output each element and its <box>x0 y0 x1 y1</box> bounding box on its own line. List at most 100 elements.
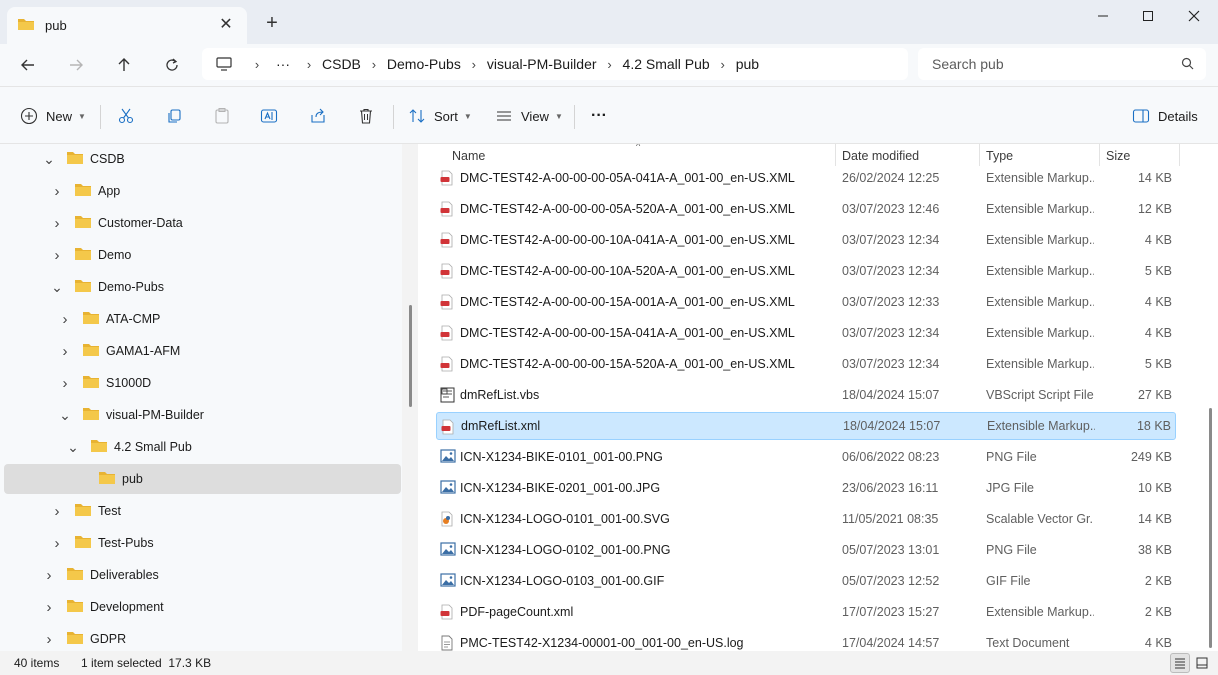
file-row[interactable]: ICN-X1234-LOGO-0103_001-00.GIF 05/07/2023… <box>436 567 1176 595</box>
column-header-date[interactable]: Date modified <box>842 149 919 163</box>
view-button[interactable]: View ▼ <box>495 103 563 129</box>
sort-button[interactable]: Sort ▼ <box>408 103 472 129</box>
breadcrumb-separator[interactable]: › <box>710 57 736 72</box>
close-window-button[interactable] <box>1171 0 1217 32</box>
sidebar-item[interactable]: › Test-Pubs <box>4 528 401 558</box>
sidebar-item[interactable]: › Test <box>4 496 401 526</box>
sidebar-item[interactable]: › Customer-Data <box>4 208 401 238</box>
file-row[interactable]: dmRefList.xml 18/04/2024 15:07 Extensible … <box>436 412 1176 440</box>
column-header-type[interactable]: Type <box>986 149 1013 163</box>
breadcrumb-demo-pubs[interactable]: Demo-Pubs <box>387 56 461 72</box>
minimize-button[interactable] <box>1080 0 1126 32</box>
address-bar[interactable]: › ··· › CSDB › Demo-Pubs › visual-PM-Bui… <box>202 48 908 80</box>
sort-icon <box>409 109 425 123</box>
chevron-right-icon[interactable]: › <box>50 215 64 232</box>
file-row[interactable]: DMC-TEST42-A-00-00-00-15A-041A-A_001-00_… <box>436 319 1176 347</box>
back-button[interactable] <box>12 50 44 80</box>
file-row[interactable]: DMC-TEST42-A-00-00-00-15A-001A-A_001-00_… <box>436 288 1176 316</box>
chevron-right-icon[interactable]: › <box>50 183 64 200</box>
copy-button[interactable] <box>165 103 183 129</box>
computer-icon[interactable] <box>216 57 232 71</box>
details-button[interactable]: Details <box>1132 103 1198 129</box>
sidebar-item[interactable]: › S1000D <box>4 368 401 398</box>
share-button[interactable] <box>309 103 327 129</box>
breadcrumb-csdb[interactable]: CSDB <box>322 56 361 72</box>
breadcrumb-separator[interactable]: › <box>597 57 623 72</box>
file-row[interactable]: DMC-TEST42-A-00-00-00-10A-041A-A_001-00_… <box>436 226 1176 254</box>
tab-pub[interactable]: pub ✕ <box>7 7 247 44</box>
tiles-view-button[interactable] <box>1192 653 1212 673</box>
file-row[interactable]: DMC-TEST42-A-00-00-00-15A-520A-A_001-00_… <box>436 350 1176 378</box>
sidebar-scrollbar[interactable] <box>409 305 412 407</box>
file-row[interactable]: PDF-pageCount.xml 17/07/2023 15:27 Extensi… <box>436 598 1176 626</box>
column-divider[interactable] <box>1179 144 1180 166</box>
sidebar-item[interactable]: › Demo <box>4 240 401 270</box>
paste-button[interactable] <box>213 103 231 129</box>
file-row[interactable]: dmRefList.vbs 18/04/2024 15:07 VBScript Sc… <box>436 381 1176 409</box>
cut-button[interactable] <box>117 103 135 129</box>
file-row[interactable]: ICN-X1234-BIKE-0201_001-00.JPG 23/06/2023… <box>436 474 1176 502</box>
column-divider[interactable] <box>1099 144 1100 166</box>
tab-close-button[interactable]: ✕ <box>217 16 235 34</box>
status-bar: 40 items 1 item selected 17.3 KB <box>0 651 1218 675</box>
column-divider[interactable] <box>835 144 836 166</box>
chevron-right-icon[interactable]: › <box>42 599 56 616</box>
column-header-name[interactable]: Name <box>452 149 485 163</box>
file-row[interactable]: DMC-TEST42-A-00-00-00-05A-041A-A_001-00_… <box>436 164 1176 192</box>
sidebar-item[interactable]: › Deliverables <box>4 560 401 590</box>
chevron-right-icon[interactable]: › <box>58 375 72 392</box>
new-button[interactable]: New ▼ <box>20 103 86 129</box>
breadcrumb-more-button[interactable]: ··· <box>276 56 290 72</box>
sidebar-item[interactable]: › GDPR <box>4 624 401 651</box>
breadcrumb-visual-pm-builder[interactable]: visual-PM-Builder <box>487 56 597 72</box>
sidebar-item[interactable]: pub <box>4 464 401 494</box>
more-options-button[interactable]: ··· <box>591 103 607 129</box>
maximize-button[interactable] <box>1125 0 1171 32</box>
up-button[interactable] <box>108 50 140 80</box>
sidebar-item[interactable]: ⌄ 4.2 Small Pub <box>4 432 401 462</box>
file-list-scrollbar[interactable] <box>1209 408 1212 648</box>
breadcrumb-separator[interactable]: › <box>296 57 322 72</box>
sidebar-item[interactable]: › Development <box>4 592 401 622</box>
new-tab-button[interactable]: + <box>262 13 282 33</box>
chevron-right-icon[interactable]: › <box>58 343 72 360</box>
file-row[interactable]: ICN-X1234-LOGO-0102_001-00.PNG 05/07/2023… <box>436 536 1176 564</box>
breadcrumb-separator[interactable]: › <box>461 57 487 72</box>
breadcrumb-small-pub[interactable]: 4.2 Small Pub <box>623 56 710 72</box>
chevron-right-icon[interactable]: › <box>50 247 64 264</box>
file-date: 11/05/2021 08:35 <box>842 512 939 526</box>
chevron-down-icon[interactable]: ⌄ <box>42 152 56 166</box>
sidebar-item[interactable]: › GAMA1-AFM <box>4 336 401 366</box>
file-row[interactable]: PMC-TEST42-X1234-00001-00_001-00_en-US.l… <box>436 629 1176 651</box>
chevron-right-icon[interactable]: › <box>42 631 56 648</box>
file-row[interactable]: DMC-TEST42-A-00-00-00-10A-520A-A_001-00_… <box>436 257 1176 285</box>
image-file-icon <box>440 542 456 560</box>
rename-button[interactable] <box>260 103 278 129</box>
sidebar-item-label: App <box>98 184 121 198</box>
chevron-right-icon[interactable]: › <box>50 535 64 552</box>
file-row[interactable]: DMC-TEST42-A-00-00-00-05A-520A-A_001-00_… <box>436 195 1176 223</box>
sidebar-item[interactable]: › App <box>4 176 401 206</box>
column-header-size[interactable]: Size <box>1106 149 1130 163</box>
breadcrumb-pub[interactable]: pub <box>736 56 759 72</box>
chevron-down-icon[interactable]: ⌄ <box>66 440 80 454</box>
chevron-down-icon[interactable]: ⌄ <box>58 408 72 422</box>
sidebar-item[interactable]: › ATA-CMP <box>4 304 401 334</box>
chevron-right-icon[interactable]: › <box>42 567 56 584</box>
details-view-button[interactable] <box>1170 653 1190 673</box>
chevron-right-icon[interactable]: › <box>58 311 72 328</box>
sidebar-item[interactable]: ⌄ visual-PM-Builder <box>4 400 401 430</box>
breadcrumb-separator[interactable]: › <box>244 57 270 72</box>
file-row[interactable]: ICN-X1234-BIKE-0101_001-00.PNG 06/06/2022… <box>436 443 1176 471</box>
column-divider[interactable] <box>979 144 980 166</box>
delete-button[interactable] <box>357 103 375 129</box>
refresh-button[interactable] <box>156 50 188 80</box>
file-row[interactable]: ICN-X1234-LOGO-0101_001-00.SVG 11/05/2021… <box>436 505 1176 533</box>
forward-button[interactable] <box>60 50 92 80</box>
chevron-right-icon[interactable]: › <box>50 503 64 520</box>
breadcrumb-separator[interactable]: › <box>361 57 387 72</box>
chevron-down-icon[interactable]: ⌄ <box>50 280 64 294</box>
sidebar-item[interactable]: ⌄ Demo-Pubs <box>4 272 401 302</box>
sidebar-item[interactable]: ⌄ CSDB <box>4 144 401 174</box>
search-input[interactable]: Search pub <box>918 48 1206 80</box>
